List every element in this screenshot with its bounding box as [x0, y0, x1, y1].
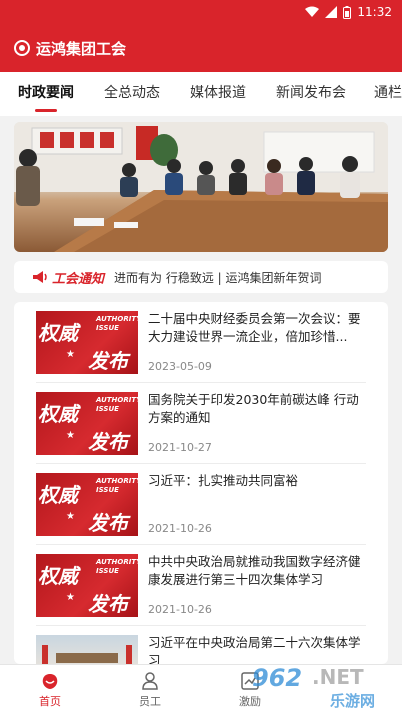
tab-press-conference[interactable]: 新闻发布会: [276, 72, 346, 116]
user-icon: [142, 672, 158, 690]
status-bar: 11:32: [0, 0, 402, 24]
news-date: 2021-10-26: [148, 522, 212, 535]
home-icon: [42, 674, 58, 689]
news-list: 权威 AUTHORITY ISSUE ★ 发布 二十届中央财经委员会第一次会议：…: [14, 302, 388, 664]
news-item[interactable]: 习近平在中央政治局第二十六次集体学习: [14, 626, 388, 664]
news-item[interactable]: 权威 AUTHORITY ISSUE ★ 发布 二十届中央财经委员会第一次会议：…: [14, 302, 388, 383]
svg-text:962: 962: [252, 664, 302, 692]
authority-issue-thumbnail: 权威 AUTHORITY ISSUE ★ 发布: [36, 473, 138, 536]
nav-home[interactable]: 首页: [10, 665, 90, 714]
nav-staff[interactable]: 员工: [110, 665, 190, 714]
megaphone-icon: [33, 271, 47, 283]
authority-issue-thumbnail: 权威 AUTHORITY ISSUE ★ 发布: [36, 392, 138, 455]
nav-staff-label: 员工: [139, 695, 161, 708]
news-date: 2021-10-26: [148, 603, 212, 616]
tab-federation-news[interactable]: 全总动态: [104, 72, 160, 116]
authority-issue-thumbnail: 权威 AUTHORITY ISSUE ★ 发布: [36, 554, 138, 617]
news-title: 二十届中央财经委员会第一次会议：要大力建设世界一流企业，倍加珍惜...: [148, 311, 361, 344]
banner-image[interactable]: [14, 122, 388, 252]
notice-bar[interactable]: 工会通知 进而有为 行稳致远 | 运鸿集团新年贺词: [14, 261, 388, 293]
status-time: 11:32: [357, 5, 392, 19]
news-item[interactable]: 权威 AUTHORITY ISSUE ★ 发布 习近平：扎实推动共同富裕 202…: [14, 464, 388, 545]
news-title: 国务院关于印发2030年前碳达峰 行动方案的通知: [148, 392, 359, 425]
nav-home-label: 首页: [39, 695, 61, 708]
site-watermark: 962 .NET 乐游网: [252, 664, 375, 710]
news-photo-thumbnail: [36, 635, 138, 664]
notice-text: 进而有为 行稳致远 | 运鸿集团新年贺词: [114, 270, 322, 285]
tab-media-reports[interactable]: 媒体报道: [190, 72, 246, 116]
news-title: 习近平：扎实推动共同富裕: [148, 473, 299, 488]
news-date: 2021-10-27: [148, 441, 212, 454]
news-item[interactable]: 权威 AUTHORITY ISSUE ★ 发布 中共中央政治局就推动我国数字经济…: [14, 545, 388, 626]
wifi-icon: [305, 6, 320, 17]
svg-text:乐游网: 乐游网: [330, 692, 375, 710]
app-title: 运鸿集团工会: [36, 39, 127, 58]
news-title: 中共中央政治局就推动我国数字经济健康发展进行第三十四次集体学习: [148, 554, 361, 587]
tab-banner[interactable]: 通栏广: [374, 72, 402, 116]
svg-text:.NET: .NET: [312, 665, 364, 689]
battery-icon: [343, 5, 352, 19]
authority-issue-thumbnail: 权威 AUTHORITY ISSUE ★ 发布: [36, 311, 138, 374]
status-icons: 11:32: [305, 4, 392, 20]
meeting-photo: [14, 122, 388, 252]
tab-current-affairs[interactable]: 时政要闻: [18, 72, 74, 116]
app-header: 运鸿集团工会: [0, 24, 402, 72]
news-item[interactable]: 权威 AUTHORITY ISSUE ★ 发布 国务院关于印发2030年前碳达峰…: [14, 383, 388, 464]
signal-icon: [325, 6, 338, 18]
category-tabs: 时政要闻 全总动态 媒体报道 新闻发布会 通栏广: [0, 72, 402, 116]
news-date: 2023-05-09: [148, 360, 212, 373]
notice-label: 工会通知: [52, 271, 105, 287]
union-logo-icon: [14, 40, 30, 56]
